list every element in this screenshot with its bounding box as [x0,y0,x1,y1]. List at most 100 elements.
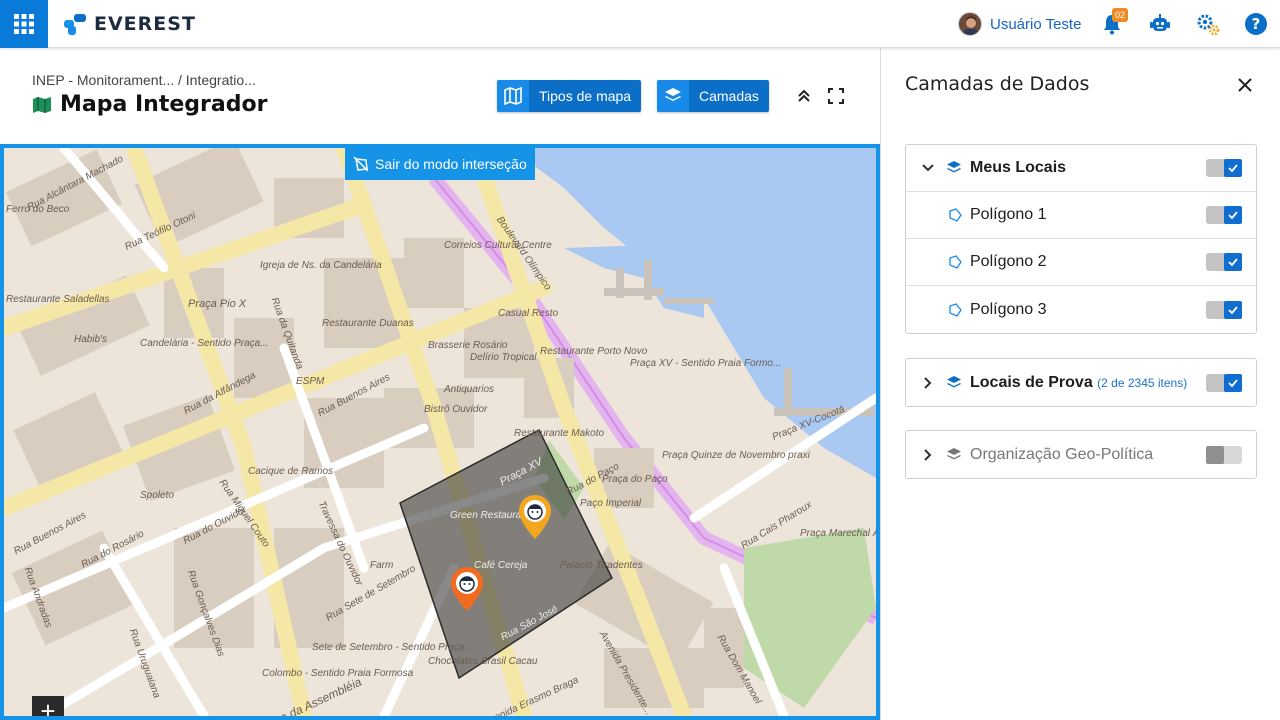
map-label: Casual Resto [498,308,559,319]
notification-badge: 02 [1112,8,1128,22]
layer-item-poligono-3[interactable]: Polígono 3 [906,286,1256,333]
close-icon [1238,78,1252,92]
layer-item-poligono-1[interactable]: Polígono 1 [906,192,1256,239]
layer-toggle[interactable] [1206,445,1242,464]
map-icon [33,96,51,113]
polygon-off-icon [353,156,369,172]
layers-icon [665,88,681,101]
layers-icon [947,447,961,459]
page-title: Mapa Integrador [32,92,267,117]
layer-group-locais-de-prova: Locais de Prova (2 de 2345 itens) [905,358,1257,407]
layer-item-name: Polígono 1 [970,206,1047,223]
map-label: ESPM [296,376,325,387]
map-label: Spoleto [140,490,174,501]
top-bar: EVEREST Usuário Teste 02 ? [0,0,1280,48]
exit-intersection-label: Sair do modo interseção [375,156,527,172]
gears-icon [1197,14,1220,36]
map-label: Paço Imperial [580,498,642,509]
map-label: Delírio Tropical [470,352,537,363]
layer-group-header[interactable]: Meus Locais [906,145,1256,192]
map-label: Palácio Tiradentes [560,560,643,571]
map-label: Correios Cultural Centre [444,240,552,251]
user-name: Usuário Teste [990,15,1082,33]
user-menu[interactable]: Usuário Teste [958,12,1081,36]
map-types-button[interactable]: Tipos de mapa [497,80,642,112]
map-label: Brasserie Rosário [428,340,508,351]
page-title-text: Mapa Integrador [60,92,268,117]
layer-group-meus-locais: Meus Locais Polígono 1 Polígono 2 Polígo… [905,144,1257,334]
chevron-right-icon[interactable] [920,375,936,391]
map-label: Farm [370,560,394,571]
layer-item-poligono-2[interactable]: Polígono 2 [906,239,1256,286]
location-pin-icon [519,495,551,539]
fullscreen-icon [828,88,844,104]
svg-text:?: ? [1252,15,1261,33]
map-canvas[interactable]: Rua Alcântara Machado Rua Teófilo Otoni … [0,144,880,720]
map-label: Candelária - Sentido Praça... [140,338,269,349]
layer-item-name: Polígono 3 [970,300,1047,318]
map-label: Restaurante Makoto [514,428,605,439]
polygon-icon [949,208,962,222]
map-label: Sete de Setembro - Sentido Praça... [312,642,473,653]
layers-button[interactable]: Camadas [657,80,769,112]
layer-group-header[interactable]: Organização Geo-Política [906,431,1256,478]
layer-toggle[interactable] [1206,300,1242,319]
map-label: Praça Marechal Âncora [800,528,880,539]
map-label: Praça Pio X [188,298,247,310]
layer-group-name: Organização Geo-Política [970,445,1154,463]
map-label: Bistrô Ouvidor [424,404,488,415]
avatar [958,12,982,36]
layer-toggle[interactable] [1206,159,1242,177]
layer-toggle[interactable] [1206,253,1242,271]
layer-group-header[interactable]: Locais de Prova (2 de 2345 itens) [906,359,1256,406]
map-pin-yellow[interactable] [518,494,552,540]
polygon-icon [949,302,962,317]
double-chevron-up-icon [798,89,810,102]
map-label: Restaurante Porto Novo [540,346,648,357]
map-label: Praça XV - Sentido Praia Formo... [630,358,782,369]
map-label: Restaurante Duanas [322,318,414,329]
layer-group-name: Locais de Prova (2 de 2345 itens) [970,374,1187,392]
help-button[interactable]: ? [1244,12,1268,36]
breadcrumb[interactable]: INEP - Monitorament... / Integratio... [32,72,256,88]
layers-icon [947,375,961,387]
check-icon [1228,164,1238,173]
app-logo[interactable]: EVEREST [64,12,196,36]
map-label: Ferro do Beco [6,204,70,215]
everest-logo-icon [64,14,86,35]
check-icon [1228,258,1238,267]
data-layers-panel: Camadas de Dados Meus Locais Polígono 1 [880,48,1280,720]
map-label: Praça Quinze de Novembro praxi [662,450,810,461]
layer-toggle[interactable] [1206,206,1242,224]
map-label: Cacique de Ramos [248,466,334,477]
map-pin-orange[interactable] [450,566,484,612]
robot-button[interactable] [1148,12,1172,36]
layer-group-count: (2 de 2345 itens) [1097,375,1188,390]
fullscreen-button[interactable] [826,86,846,106]
collapse-header-button[interactable] [794,86,814,106]
layers-icon [947,161,961,173]
map-label: Igreja de Ns. da Candelária [260,260,382,271]
layer-item-name: Polígono 2 [970,253,1047,270]
panel-title: Camadas de Dados [905,73,1090,95]
settings-button[interactable] [1196,12,1220,36]
map-label: Habib's [74,334,108,345]
layer-toggle[interactable] [1206,373,1242,392]
location-pin-icon [451,567,483,611]
layers-label: Camadas [699,88,759,104]
check-icon [1228,211,1238,220]
exit-intersection-button[interactable]: Sair do modo interseção [345,148,535,180]
layer-group-name: Meus Locais [970,159,1067,176]
zoom-in-button[interactable]: + [32,696,64,716]
chevron-down-icon[interactable] [920,160,936,176]
check-icon [1228,305,1238,314]
polygon-icon [949,255,962,269]
notifications-button[interactable]: 02 [1100,8,1128,36]
close-panel-button[interactable] [1235,75,1255,95]
apps-grid-button[interactable] [0,0,48,48]
chevron-right-icon[interactable] [920,447,936,463]
layer-group-organizacao-geo-politica: Organização Geo-Política [905,430,1257,479]
grid-icon [14,14,34,34]
robot-icon [1150,14,1170,31]
folded-map-icon [504,87,522,105]
